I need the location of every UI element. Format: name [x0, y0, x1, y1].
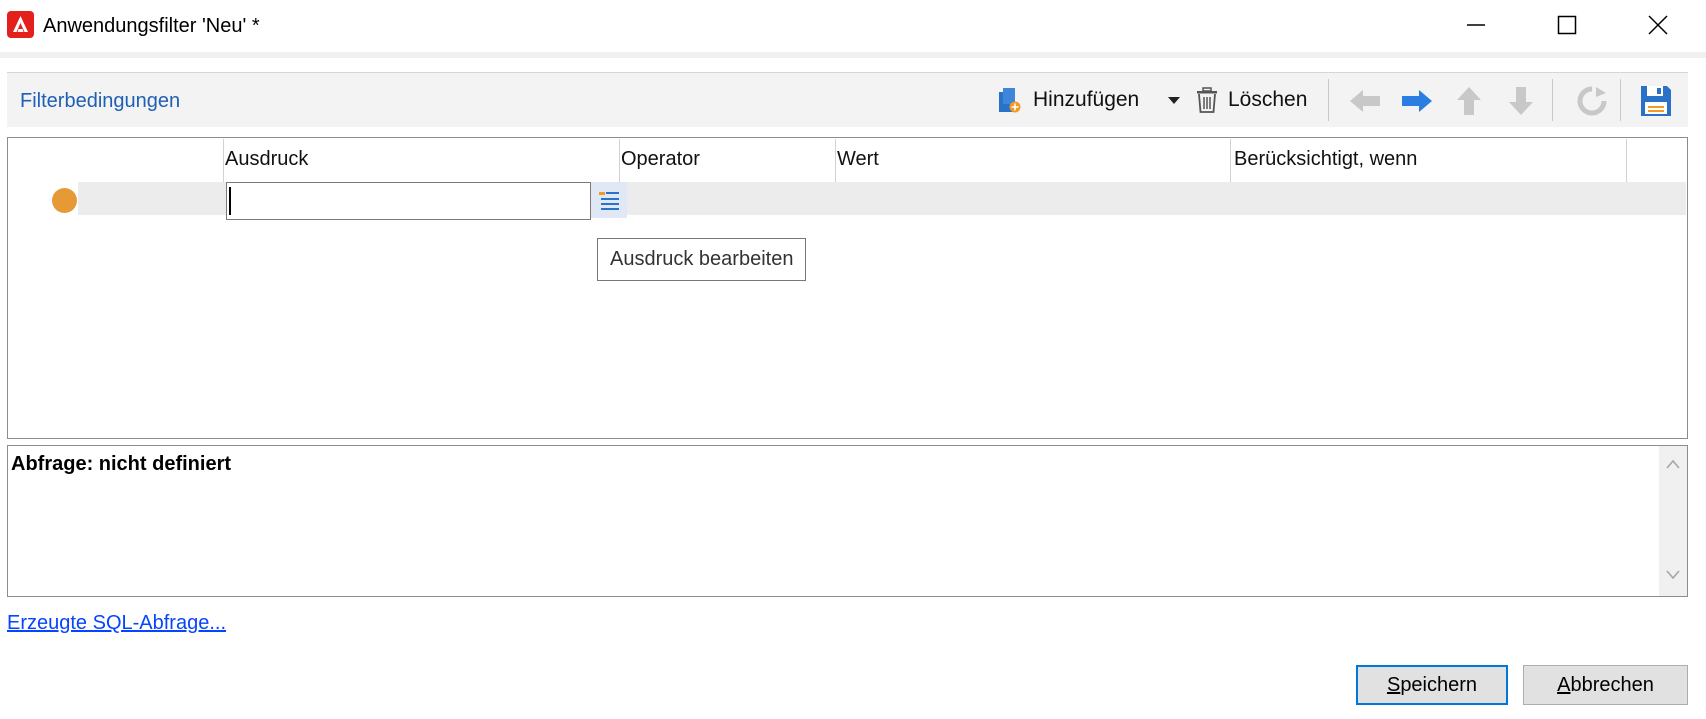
- scroll-up-icon[interactable]: [1665, 457, 1681, 475]
- column-separator: [619, 139, 620, 183]
- filter-toolbar: Filterbedingungen Hinzufügen Löschen: [7, 72, 1688, 127]
- minimize-icon[interactable]: [1436, 0, 1516, 50]
- query-panel: Abfrage: nicht definiert: [7, 445, 1688, 597]
- column-header-operator[interactable]: Operator: [621, 148, 700, 171]
- column-separator: [835, 139, 836, 183]
- cancel-button[interactable]: Abbrechen: [1523, 665, 1688, 705]
- status-dot: [52, 188, 77, 213]
- toolbar-separator: [1328, 79, 1329, 121]
- generated-sql-link[interactable]: Erzeugte SQL-Abfrage...: [7, 612, 226, 635]
- window-title: Anwendungsfilter 'Neu' *: [43, 15, 260, 37]
- trash-icon: [1195, 86, 1219, 114]
- title-divider: [0, 52, 1706, 58]
- expression-input[interactable]: [226, 182, 591, 220]
- add-button[interactable]: Hinzufügen: [997, 81, 1139, 119]
- add-icon: [997, 86, 1023, 114]
- toolbar-separator: [1552, 79, 1553, 121]
- cancel-mnemonic: A: [1557, 673, 1571, 696]
- arrow-down-icon[interactable]: [1502, 83, 1540, 119]
- arrow-up-icon[interactable]: [1450, 83, 1488, 119]
- maximize-icon[interactable]: [1527, 0, 1607, 50]
- toolbar-separator: [1620, 79, 1621, 121]
- column-header-condition[interactable]: Berücksichtigt, wenn: [1234, 148, 1417, 171]
- arrow-right-icon[interactable]: [1398, 83, 1436, 119]
- save-button[interactable]: Speichern: [1356, 665, 1508, 705]
- column-separator: [1230, 139, 1231, 183]
- save-icon[interactable]: [1637, 83, 1675, 119]
- add-label: Hinzufügen: [1033, 88, 1140, 111]
- section-title: Filterbedingungen: [20, 90, 181, 112]
- conditions-grid: Ausdruck Operator Wert Berücksichtigt, w…: [7, 137, 1688, 439]
- title-bar: Anwendungsfilter 'Neu' *: [0, 0, 1706, 52]
- column-header-value[interactable]: Wert: [837, 148, 879, 171]
- tooltip: Ausdruck bearbeiten: [597, 238, 807, 281]
- save-mnemonic: S: [1386, 673, 1401, 696]
- scrollbar[interactable]: [1659, 446, 1687, 596]
- column-header-expression[interactable]: Ausdruck: [225, 148, 308, 171]
- text-caret: [229, 187, 231, 215]
- cancel-label: bbrechen: [1570, 673, 1654, 696]
- delete-label: Löschen: [1228, 88, 1308, 111]
- adobe-campaign-icon: [7, 11, 34, 38]
- scroll-down-icon[interactable]: [1665, 568, 1681, 586]
- dropdown-caret-icon[interactable]: [1167, 81, 1181, 119]
- query-text: Abfrage: nicht definiert: [11, 453, 232, 475]
- edit-expression-button[interactable]: [591, 182, 627, 218]
- delete-button[interactable]: Löschen: [1195, 81, 1307, 119]
- column-separator: [223, 139, 224, 183]
- close-icon[interactable]: [1618, 0, 1698, 50]
- save-label: peichern: [1400, 673, 1478, 696]
- refresh-icon[interactable]: [1573, 83, 1611, 119]
- edit-expression-icon: [599, 192, 619, 210]
- arrow-left-icon[interactable]: [1346, 83, 1384, 119]
- column-separator: [1626, 139, 1627, 183]
